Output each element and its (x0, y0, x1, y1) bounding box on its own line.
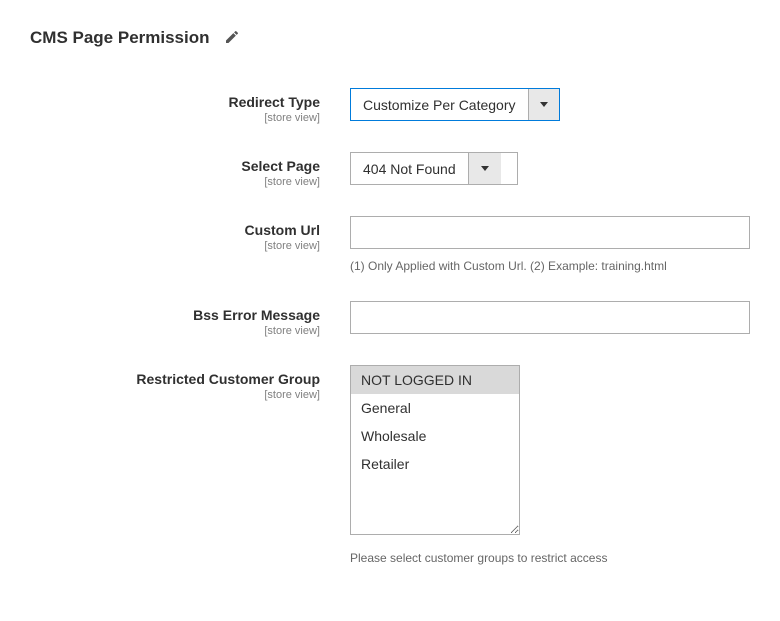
restricted-group-hint: Please select customer groups to restric… (350, 551, 750, 565)
label-col: Restricted Customer Group [store view] (30, 365, 350, 401)
scope-label: [store view] (30, 240, 320, 252)
select-page-label: Select Page (30, 158, 320, 174)
multiselect-option[interactable]: General (351, 394, 519, 422)
scope-label: [store view] (30, 325, 320, 337)
multiselect-option[interactable]: NOT LOGGED IN (351, 366, 519, 394)
restricted-group-multiselect[interactable]: NOT LOGGED INGeneralWholesaleRetailer (350, 365, 520, 535)
chevron-down-icon (528, 89, 559, 120)
custom-url-input[interactable] (350, 216, 750, 249)
error-message-input[interactable] (350, 301, 750, 334)
label-col: Select Page [store view] (30, 152, 350, 188)
redirect-type-select[interactable]: Customize Per Category (350, 88, 560, 121)
field-custom-url: Custom Url [store view] (1) Only Applied… (30, 216, 750, 273)
redirect-type-value: Customize Per Category (351, 89, 528, 120)
error-message-label: Bss Error Message (30, 307, 320, 323)
label-col: Bss Error Message [store view] (30, 301, 350, 337)
label-col: Custom Url [store view] (30, 216, 350, 252)
select-page-select[interactable]: 404 Not Found (350, 152, 518, 185)
multiselect-option[interactable]: Retailer (351, 450, 519, 478)
custom-url-hint: (1) Only Applied with Custom Url. (2) Ex… (350, 259, 750, 273)
restricted-group-label: Restricted Customer Group (30, 371, 320, 387)
redirect-type-label: Redirect Type (30, 94, 320, 110)
field-error-message: Bss Error Message [store view] (30, 301, 750, 337)
multiselect-option[interactable]: Wholesale (351, 422, 519, 450)
field-select-page: Select Page [store view] 404 Not Found (30, 152, 750, 188)
edit-icon[interactable] (224, 29, 240, 48)
field-restricted-group: Restricted Customer Group [store view] N… (30, 365, 750, 565)
field-redirect-type: Redirect Type [store view] Customize Per… (30, 88, 750, 124)
section-header: CMS Page Permission (30, 28, 750, 48)
select-page-value: 404 Not Found (351, 153, 468, 184)
scope-label: [store view] (30, 176, 320, 188)
chevron-down-icon (468, 153, 501, 184)
scope-label: [store view] (30, 389, 320, 401)
section-title: CMS Page Permission (30, 28, 210, 48)
custom-url-label: Custom Url (30, 222, 320, 238)
scope-label: [store view] (30, 112, 320, 124)
label-col: Redirect Type [store view] (30, 88, 350, 124)
